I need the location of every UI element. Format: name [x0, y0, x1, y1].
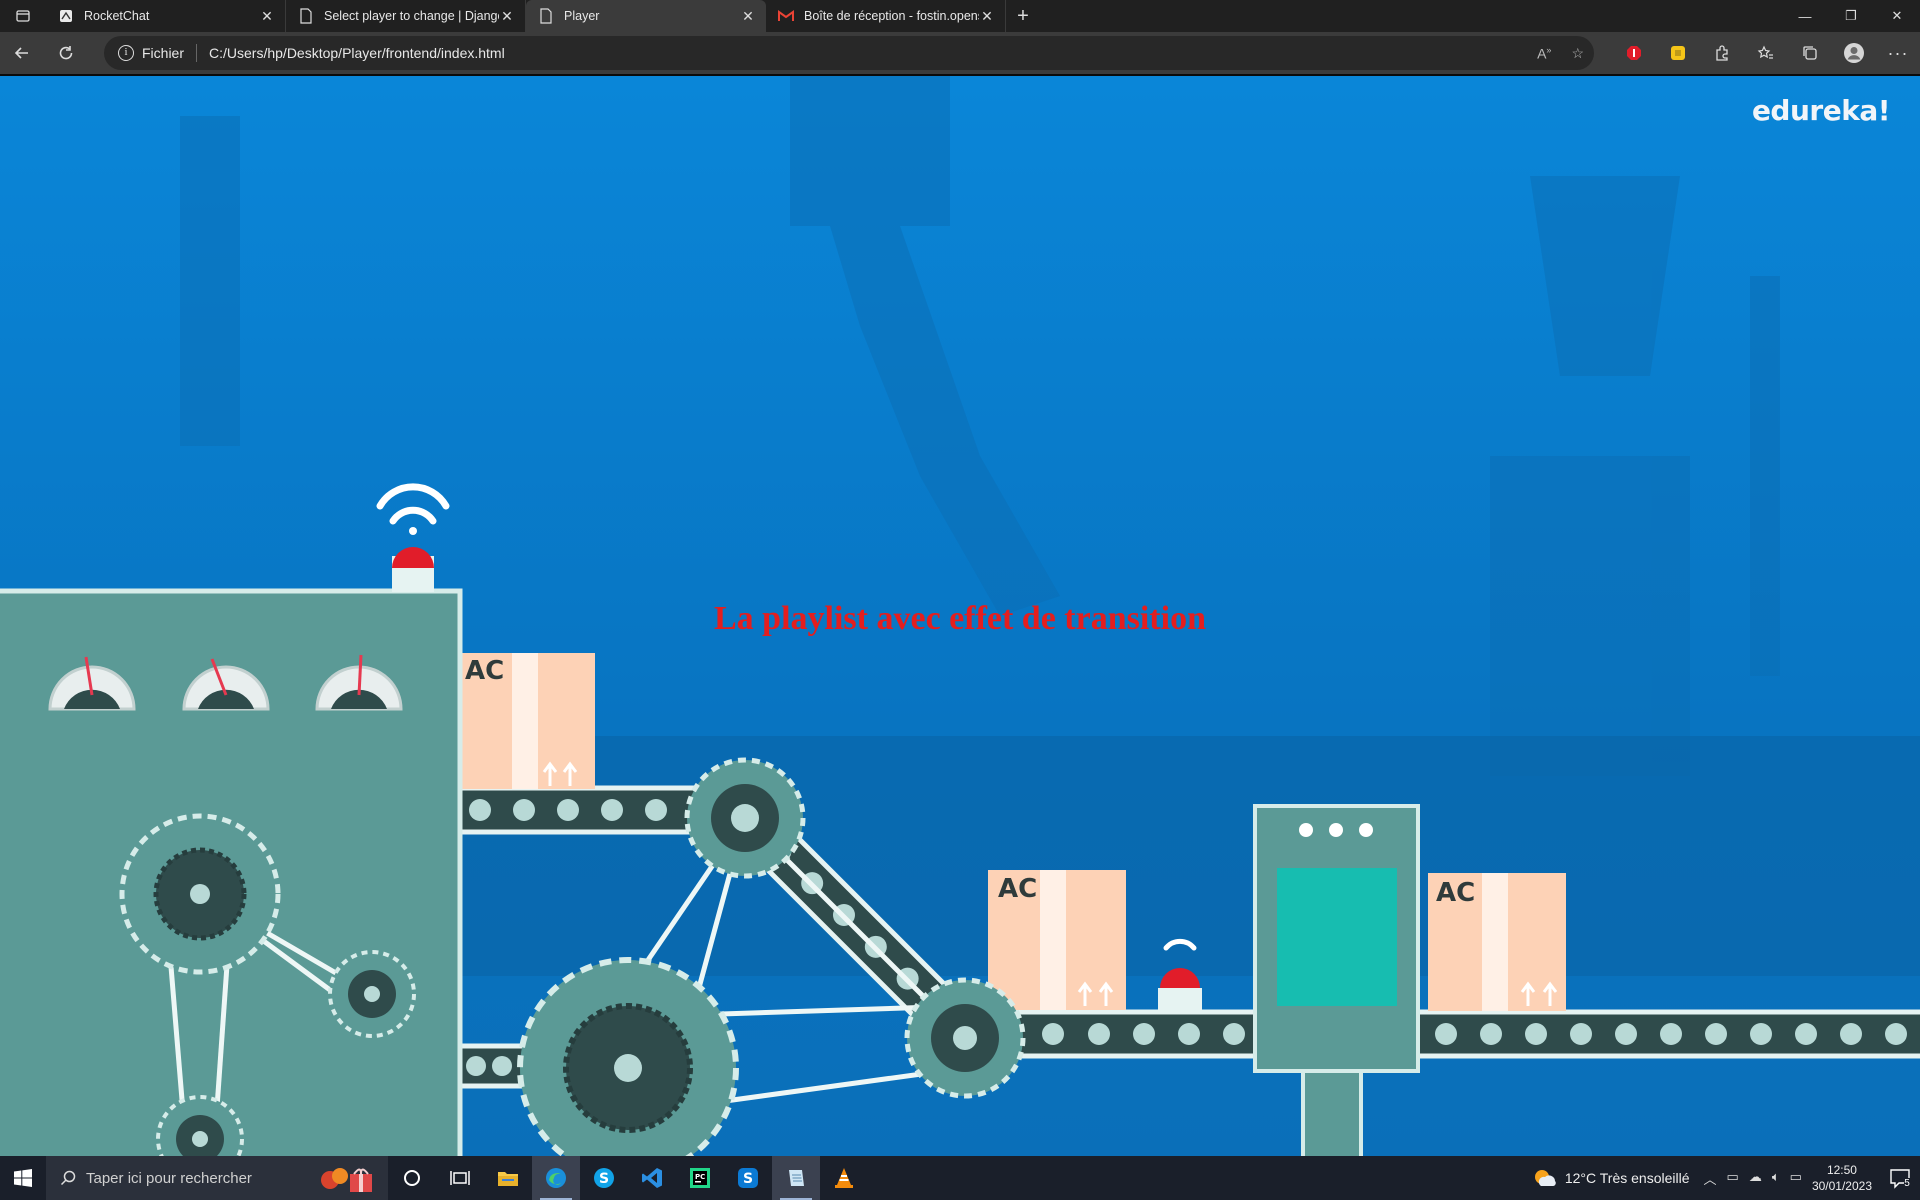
new-tab-button[interactable]: + — [1006, 0, 1040, 32]
network-icon[interactable]: ▭ — [1790, 1169, 1802, 1188]
tab-actions-icon — [16, 10, 30, 22]
skype-icon: S — [738, 1168, 758, 1188]
address-bar[interactable]: i Fichier C:/Users/hp/Desktop/Player/fro… — [104, 36, 1594, 70]
page-icon — [538, 8, 554, 24]
onedrive-icon[interactable]: ☁ — [1749, 1169, 1762, 1188]
cortana-icon — [404, 1170, 420, 1186]
skype-business-button[interactable]: S — [724, 1156, 772, 1200]
extensions-area: ··· — [1612, 32, 1920, 74]
box-label: AC — [998, 874, 1038, 904]
edge-icon — [546, 1168, 566, 1188]
task-view-button[interactable] — [436, 1156, 484, 1200]
yellow-extension-icon[interactable] — [1656, 32, 1700, 74]
weather-text: 12°C Très ensoleillé — [1564, 1170, 1690, 1186]
close-tab-icon[interactable]: ✕ — [499, 8, 515, 25]
refresh-button[interactable] — [44, 35, 88, 71]
skype-button[interactable]: S — [580, 1156, 628, 1200]
weather-sun-cloud-icon — [1534, 1170, 1556, 1186]
adblock-extension-icon[interactable] — [1612, 32, 1656, 74]
vlc-button[interactable] — [820, 1156, 868, 1200]
pycharm-button[interactable]: PC — [676, 1156, 724, 1200]
add-favorite-icon[interactable]: ☆ — [1571, 45, 1584, 62]
show-hidden-icons-icon[interactable]: ︿ — [1704, 1169, 1717, 1188]
restore-button[interactable]: ❐ — [1828, 0, 1874, 32]
skype-icon: S — [594, 1168, 614, 1188]
volume-icon[interactable]: 🔈︎ — [1772, 1169, 1780, 1188]
tab-title: Boîte de réception - fostin.opens — [804, 9, 979, 23]
svg-text:PC: PC — [695, 1173, 705, 1181]
cortana-button[interactable] — [388, 1156, 436, 1200]
scheme-label: Fichier — [142, 45, 185, 61]
notification-center-button[interactable]: 5 — [1880, 1156, 1920, 1200]
video-watermark: edureka! — [1751, 94, 1891, 127]
window-controls: — ❐ ✕ — [1782, 0, 1920, 32]
search-icon — [60, 1170, 76, 1186]
address-divider — [196, 44, 198, 62]
start-button[interactable] — [0, 1156, 46, 1200]
refresh-icon — [59, 46, 73, 60]
pycharm-icon: PC — [690, 1168, 710, 1188]
tab-django-admin[interactable]: Select player to change | Django ✕ — [286, 0, 526, 32]
notepad-icon — [789, 1170, 804, 1186]
rocketchat-icon — [58, 8, 74, 24]
system-tray: 12°C Très ensoleillé ︿ ▭ ☁ 🔈︎ ▭ 12:50 30… — [1533, 1156, 1920, 1200]
minimize-button[interactable]: — — [1782, 0, 1828, 32]
tab-actions-button[interactable] — [0, 0, 46, 32]
meet-now-icon[interactable]: ▭ — [1727, 1169, 1739, 1188]
back-arrow-icon — [14, 47, 28, 59]
windows-taskbar: Taper ici pour rechercher S PC S 12°C Tr… — [0, 1156, 1920, 1200]
read-aloud-icon[interactable]: A» — [1537, 45, 1551, 62]
box-label: AC — [1436, 878, 1476, 908]
page-viewport: AC AC AC edureka! La playlist avec effet… — [0, 74, 1920, 1156]
vlc-icon — [835, 1168, 853, 1188]
notification-count: 5 — [1904, 1177, 1910, 1189]
task-view-icon — [450, 1171, 470, 1185]
vscode-button[interactable] — [628, 1156, 676, 1200]
windows-logo-icon — [14, 1169, 32, 1187]
taskbar-search[interactable]: Taper ici pour rechercher — [46, 1156, 388, 1200]
favorites-icon[interactable] — [1744, 32, 1788, 74]
vscode-icon — [642, 1168, 662, 1188]
tab-gmail[interactable]: Boîte de réception - fostin.opens ✕ — [766, 0, 1006, 32]
browser-toolbar: i Fichier C:/Users/hp/Desktop/Player/fro… — [0, 32, 1920, 74]
search-placeholder: Taper ici pour rechercher — [86, 1169, 252, 1187]
notepad-button[interactable] — [772, 1156, 820, 1200]
tab-player[interactable]: Player ✕ — [526, 0, 766, 32]
tab-strip: RocketChat ✕ Select player to change | D… — [0, 0, 1920, 32]
tray-icons: ︿ ▭ ☁ 🔈︎ ▭ — [1704, 1169, 1802, 1188]
profile-avatar[interactable] — [1832, 32, 1876, 74]
tab-title: Select player to change | Django — [324, 9, 499, 23]
search-highlight-gift-icon — [321, 1168, 372, 1192]
tab-title: RocketChat — [84, 9, 150, 23]
page-icon — [298, 8, 314, 24]
close-tab-icon[interactable]: ✕ — [979, 8, 995, 25]
collections-icon[interactable] — [1788, 32, 1832, 74]
clock-time: 12:50 — [1826, 1163, 1857, 1177]
clock-date: 30/01/2023 — [1811, 1179, 1872, 1193]
clock[interactable]: 12:50 30/01/2023 — [1812, 1162, 1872, 1194]
info-icon[interactable]: i — [118, 45, 134, 61]
address-actions: A» ☆ — [1537, 36, 1584, 70]
weather-widget[interactable]: 12°C Très ensoleillé — [1533, 1168, 1690, 1188]
close-window-button[interactable]: ✕ — [1874, 0, 1920, 32]
page-heading: La playlist avec effet de transition — [714, 600, 1206, 637]
file-explorer-icon — [498, 1172, 518, 1186]
file-explorer-button[interactable] — [484, 1156, 532, 1200]
edge-button[interactable] — [532, 1156, 580, 1200]
extensions-icon[interactable] — [1700, 32, 1744, 74]
url-text[interactable]: C:/Users/hp/Desktop/Player/frontend/inde… — [209, 45, 505, 61]
more-menu-icon[interactable]: ··· — [1876, 32, 1920, 74]
gmail-icon — [778, 8, 794, 24]
close-tab-icon[interactable]: ✕ — [740, 8, 756, 25]
tab-title: Player — [564, 9, 600, 23]
back-button[interactable] — [0, 35, 44, 71]
svg-text:S: S — [743, 1171, 753, 1187]
close-tab-icon[interactable]: ✕ — [259, 8, 275, 25]
svg-text:S: S — [599, 1171, 609, 1187]
tab-rocketchat[interactable]: RocketChat ✕ — [46, 0, 286, 32]
box-label: AC — [465, 656, 505, 686]
